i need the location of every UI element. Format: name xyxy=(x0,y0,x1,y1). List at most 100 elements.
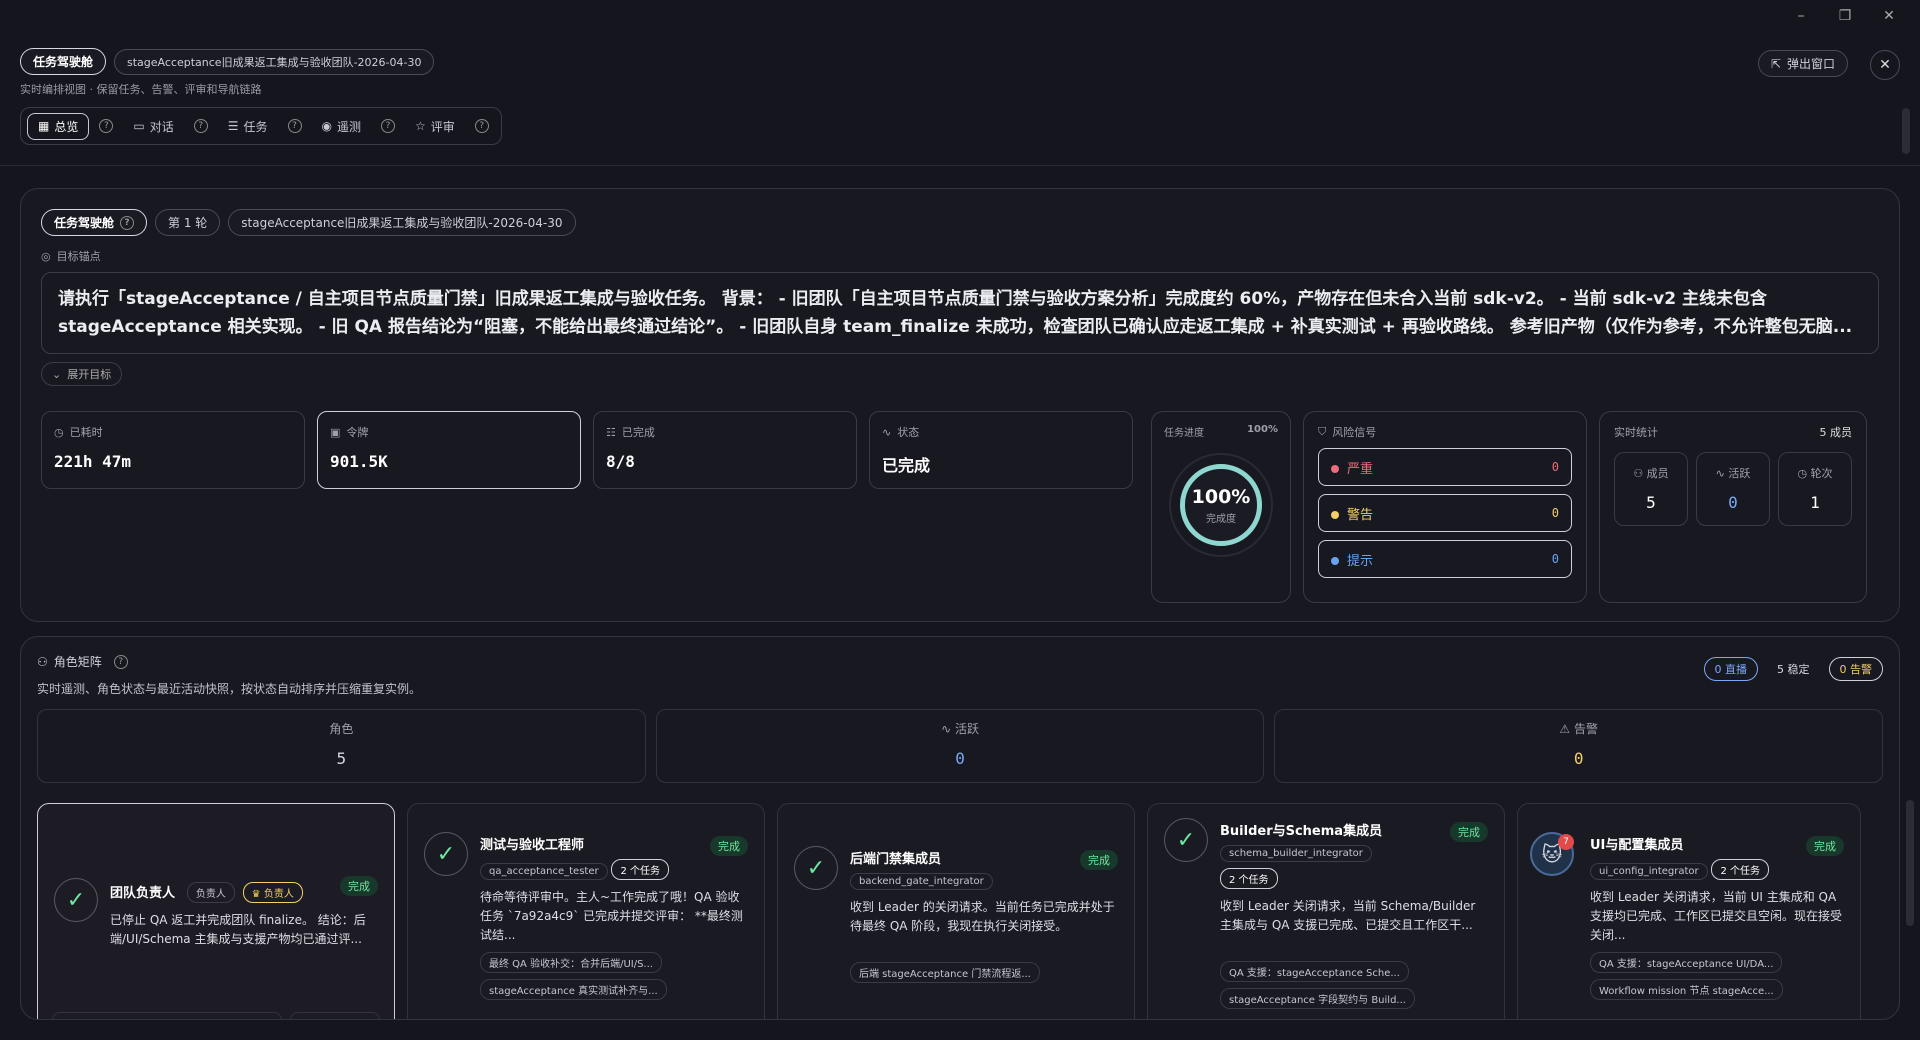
stat-elapsed: ◷ 已耗时 221h 47m xyxy=(41,411,305,489)
role-card-ui-config[interactable]: 🐱 7 完成 UI与配置集成员 ui_config_integrator 2 个… xyxy=(1517,803,1861,1019)
subtitle: 实时编排视图 · 保留任务、告警、评审和导航链路 xyxy=(20,83,262,96)
task-chip[interactable]: Workflow mission 节点 stageAcce... xyxy=(1590,979,1783,1000)
stat-value: 已完成 xyxy=(882,456,931,475)
tab-telemetry[interactable]: ◉ 遥测 xyxy=(312,114,372,139)
task-count-tag: 2 个任务 xyxy=(611,859,669,880)
task-chip[interactable]: stageAcceptance 真实测试补齐与... xyxy=(480,979,667,1000)
task-chip[interactable]: 后端 stageAcceptance 门禁流程返... xyxy=(850,962,1040,983)
live-badge[interactable]: 0 直播 xyxy=(1703,657,1758,681)
mini-rounds: ◷ 轮次 1 xyxy=(1778,452,1852,526)
scrollbar[interactable] xyxy=(1902,108,1910,154)
alert-badge[interactable]: 0 告警 xyxy=(1828,657,1883,681)
help-icon[interactable]: ? xyxy=(193,119,208,133)
duration-box: 时长220h xyxy=(290,1012,380,1019)
clock-icon: ◷ xyxy=(54,425,64,439)
risk-count: 0 xyxy=(1551,552,1559,566)
goal-text: 请执行「stageAcceptance / 自主项目节点质量门禁」旧成果返工集成… xyxy=(41,272,1879,354)
role-card-backend-gate[interactable]: ✓ 完成 后端门禁集成员 backend_gate_integrator 收到 … xyxy=(777,803,1135,1019)
heartbeat-box: ∿ 心跳 xyxy=(52,1012,282,1019)
role-card-team-lead[interactable]: ✓ 完成 团队负责人 负责人 ♛ 负责人 已停止 QA 返工并完成团队 fina… xyxy=(37,803,395,1019)
tab-overview[interactable]: ▦ 总览 xyxy=(27,112,90,140)
help-icon[interactable]: ? xyxy=(99,119,114,133)
tab-label: 对话 xyxy=(149,119,174,134)
summary-value: 0 xyxy=(1573,749,1584,768)
badge-label: 任务驾驶舱 xyxy=(54,216,115,230)
scrollbar[interactable] xyxy=(1906,800,1914,926)
progress-value: 100% xyxy=(1247,424,1278,435)
notification-badge: 7 xyxy=(1558,834,1574,850)
role-tag: 负责人 xyxy=(186,882,235,903)
close-icon[interactable]: ✕ xyxy=(1870,50,1900,80)
star-icon: ☆ xyxy=(415,119,426,133)
stat-value: 8/8 xyxy=(606,452,635,471)
role-cards: ✓ 完成 团队负责人 负责人 ♛ 负责人 已停止 QA 返工并完成团队 fina… xyxy=(37,803,1861,1019)
minimize-button[interactable]: – xyxy=(1792,8,1810,24)
stat-tokens: ▣ 令牌 901.5K xyxy=(317,411,581,489)
ring-percent: 100% xyxy=(1191,485,1251,508)
stat-value: 901.5K xyxy=(330,452,388,471)
role-tag: ui_config_integrator xyxy=(1590,863,1708,880)
list-icon: ☰ xyxy=(227,119,239,133)
risk-count: 0 xyxy=(1551,460,1559,474)
popout-button[interactable]: ⇱ 弹出窗口 xyxy=(1757,50,1848,77)
risk-info[interactable]: 提示 0 xyxy=(1318,540,1572,578)
team-name-pill: stageAcceptance旧成果返工集成与验收团队-2026-04-30 xyxy=(228,209,576,236)
risk-card: ⛉ 风险信号 严重 0 警告 0 提示 0 xyxy=(1303,411,1587,603)
chevron-down-icon: ⌄ xyxy=(52,367,62,381)
lead-tag-label: 负责人 xyxy=(263,889,294,900)
overview-panel: 任务驾驶舱? 第 1 轮 stageAcceptance旧成果返工集成与验收团队… xyxy=(20,188,1900,622)
stat-value: 221h 47m xyxy=(54,452,132,471)
window-close-button[interactable]: ✕ xyxy=(1880,8,1898,24)
mini-members: ⚇ 成员 5 xyxy=(1614,452,1688,526)
role-card-qa-tester[interactable]: ✓ 完成 测试与验收工程师 qa_acceptance_tester 2 个任务… xyxy=(407,803,765,1019)
task-chip[interactable]: stageAcceptance 字段契约与 Build... xyxy=(1220,988,1415,1009)
stable-badge[interactable]: 5 稳定 xyxy=(1766,657,1821,681)
risk-warning[interactable]: 警告 0 xyxy=(1318,494,1572,532)
popout-label: 弹出窗口 xyxy=(1786,57,1835,71)
mini-label: 活跃 xyxy=(1728,467,1751,480)
status-badge: 完成 xyxy=(1450,822,1488,842)
role-tag: qa_acceptance_tester xyxy=(480,863,608,880)
help-icon[interactable]: ? xyxy=(120,215,135,230)
risk-label: 风险信号 xyxy=(1332,426,1377,439)
stat-label: 状态 xyxy=(897,426,920,439)
risk-critical[interactable]: 严重 0 xyxy=(1318,448,1572,486)
progress-label: 任务进度 xyxy=(1164,428,1204,439)
shield-icon: ⛉ xyxy=(1318,425,1327,438)
goal-label: 目标锚点 xyxy=(56,250,101,263)
stat-completed: ☷ 已完成 8/8 xyxy=(593,411,857,489)
tab-chat[interactable]: ▭ 对话 xyxy=(123,114,183,139)
role-tag: backend_gate_integrator xyxy=(850,873,993,890)
help-icon[interactable]: ? xyxy=(381,119,395,133)
summary-alerts: ⚠ 告警 0 xyxy=(1274,709,1884,783)
cockpit-badge: 任务驾驶舱? xyxy=(41,209,148,236)
role-card-schema-builder[interactable]: ✓ 完成 Builder与Schema集成员 schema_builder_in… xyxy=(1147,803,1505,1019)
tab-review[interactable]: ☆ 评审 xyxy=(405,114,465,139)
round-badge: 第 1 轮 xyxy=(155,209,221,236)
matrix-badges: 0 直播 5 稳定 0 告警 xyxy=(1703,657,1883,681)
stat-status: ∿ 状态 已完成 xyxy=(869,411,1133,489)
team-name-pill: stageAcceptance旧成果返工集成与验收团队-2026-04-30 xyxy=(114,48,435,75)
nav-tabs: ▦ 总览 ? ▭ 对话 ? ☰ 任务 ? ◉ 遥测 ? ☆ 评审 ? xyxy=(20,107,502,145)
activity-icon: ∿ xyxy=(941,722,955,736)
stats-row: ◷ 已耗时 221h 47m ▣ 令牌 901.5K ☷ 已完成 8/8 ∿ 状态 已完… xyxy=(41,411,1133,489)
help-icon[interactable]: ? xyxy=(474,119,489,133)
progress-ring: 100% 完成度 xyxy=(1169,453,1273,557)
risk-item-label: 严重 xyxy=(1347,461,1374,477)
mini-value: 0 xyxy=(1728,493,1738,512)
realtime-stats-card: 实时统计 5 成员 ⚇ 成员 5 ∿ 活跃 0 ◷ 轮次 1 xyxy=(1599,411,1867,603)
summary-label: 角色 xyxy=(329,722,354,736)
help-icon[interactable]: ? xyxy=(287,119,302,133)
check-circle-icon: ✓ xyxy=(794,846,838,890)
task-count-tag: 2 个任务 xyxy=(1711,859,1770,880)
restore-button[interactable]: ❐ xyxy=(1836,8,1854,24)
goal-anchor-label: ◎ 目标锚点 xyxy=(41,248,1879,264)
task-chip[interactable]: QA 支援：stageAcceptance Sche... xyxy=(1220,961,1409,982)
task-chip[interactable]: QA 支援：stageAcceptance UI/DA... xyxy=(1590,952,1783,973)
expand-goal-button[interactable]: ⌄ 展开目标 xyxy=(41,362,123,386)
tab-tasks[interactable]: ☰ 任务 xyxy=(218,114,278,139)
task-chip[interactable]: 最终 QA 验收补交：合并后端/UI/S... xyxy=(480,952,662,973)
help-icon[interactable]: ? xyxy=(113,654,128,669)
clock-icon: ◷ xyxy=(1797,467,1811,480)
role-message: 已停止 QA 返工并完成团队 finalize。 结论：后端/UI/Schema… xyxy=(110,913,366,946)
